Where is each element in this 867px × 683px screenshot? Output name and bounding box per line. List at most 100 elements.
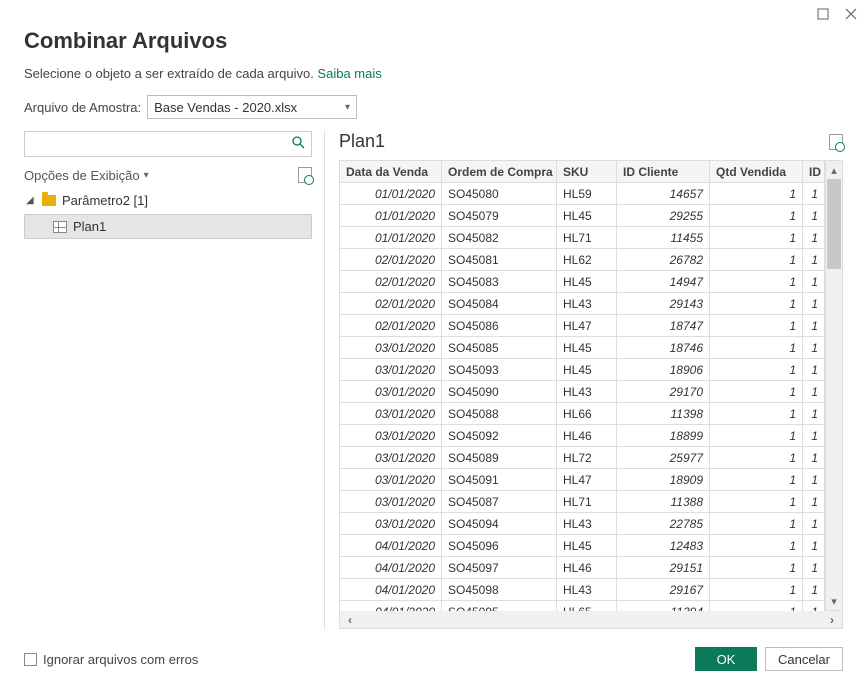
table-row[interactable]: 02/01/2020SO45083HL451494711 <box>340 271 825 293</box>
table-cell: 03/01/2020 <box>340 491 442 513</box>
table-cell: HL71 <box>557 491 617 513</box>
table-cell: 1 <box>710 579 803 601</box>
scroll-left-icon[interactable]: ‹ <box>340 613 360 627</box>
table-cell: HL59 <box>557 183 617 205</box>
table-row[interactable]: 03/01/2020SO45090HL432917011 <box>340 381 825 403</box>
table-row[interactable]: 02/01/2020SO45084HL432914311 <box>340 293 825 315</box>
table-cell: 1 <box>803 579 825 601</box>
table-cell: 26782 <box>617 249 710 271</box>
preview-title: Plan1 <box>339 131 385 152</box>
table-cell: 01/01/2020 <box>340 205 442 227</box>
table-cell: SO45079 <box>442 205 557 227</box>
display-options-button[interactable]: Opções de Exibição ▾ <box>24 168 149 183</box>
table-row[interactable]: 04/01/2020SO45097HL462915111 <box>340 557 825 579</box>
column-header[interactable]: ID Cliente <box>617 161 710 183</box>
table-cell: SO45087 <box>442 491 557 513</box>
table-cell: HL72 <box>557 447 617 469</box>
column-header[interactable]: SKU <box>557 161 617 183</box>
dialog-title: Combinar Arquivos <box>24 28 843 54</box>
tree-sheet-label: Plan1 <box>73 219 106 234</box>
column-header[interactable]: Data da Venda <box>340 161 442 183</box>
table-cell: 1 <box>710 381 803 403</box>
column-header[interactable]: ID L <box>803 161 825 183</box>
ignore-errors-checkbox[interactable]: Ignorar arquivos com erros <box>24 652 198 667</box>
table-cell: SO45090 <box>442 381 557 403</box>
horizontal-scrollbar[interactable]: ‹ › <box>339 611 843 629</box>
table-cell: HL45 <box>557 535 617 557</box>
table-row[interactable]: 03/01/2020SO45092HL461889911 <box>340 425 825 447</box>
table-row[interactable]: 02/01/2020SO45086HL471874711 <box>340 315 825 337</box>
table-row[interactable]: 04/01/2020SO45098HL432916711 <box>340 579 825 601</box>
table-cell: HL43 <box>557 381 617 403</box>
table-cell: SO45096 <box>442 535 557 557</box>
table-row[interactable]: 03/01/2020SO45094HL432278511 <box>340 513 825 535</box>
table-row[interactable]: 04/01/2020SO45096HL451248311 <box>340 535 825 557</box>
refresh-preview-icon[interactable] <box>829 134 843 150</box>
table-row[interactable]: 01/01/2020SO45079HL452925511 <box>340 205 825 227</box>
scroll-up-icon[interactable]: ▴ <box>826 161 842 179</box>
table-cell: 1 <box>803 293 825 315</box>
tree-folder-node[interactable]: ◢ Parâmetro2 [1] <box>24 189 312 212</box>
search-input[interactable] <box>31 137 292 152</box>
table-row[interactable]: 02/01/2020SO45081HL622678211 <box>340 249 825 271</box>
table-cell: HL45 <box>557 205 617 227</box>
column-header[interactable]: Qtd Vendida <box>710 161 803 183</box>
table-cell: 1 <box>803 381 825 403</box>
checkbox-icon[interactable] <box>24 653 37 666</box>
table-cell: 1 <box>710 535 803 557</box>
close-icon[interactable] <box>843 6 859 22</box>
table-cell: 04/01/2020 <box>340 579 442 601</box>
table-cell: HL43 <box>557 513 617 535</box>
table-row[interactable]: 03/01/2020SO45085HL451874611 <box>340 337 825 359</box>
scroll-down-icon[interactable]: ▾ <box>826 592 842 610</box>
collapse-icon[interactable]: ◢ <box>26 195 36 206</box>
table-cell: 02/01/2020 <box>340 293 442 315</box>
table-cell: 01/01/2020 <box>340 183 442 205</box>
search-input-wrapper[interactable] <box>24 131 312 157</box>
table-cell: 1 <box>710 491 803 513</box>
maximize-icon[interactable] <box>815 6 831 22</box>
table-cell: 03/01/2020 <box>340 381 442 403</box>
table-row[interactable]: 03/01/2020SO45087HL711138811 <box>340 491 825 513</box>
table-row[interactable]: 01/01/2020SO45080HL591465711 <box>340 183 825 205</box>
table-cell: 1 <box>803 403 825 425</box>
table-cell: 02/01/2020 <box>340 271 442 293</box>
table-row[interactable]: 03/01/2020SO45093HL451890611 <box>340 359 825 381</box>
table-row[interactable]: 03/01/2020SO45088HL661139811 <box>340 403 825 425</box>
dialog-subtitle: Selecione o objeto a ser extraído de cad… <box>24 66 843 81</box>
table-cell: 1 <box>710 271 803 293</box>
table-cell: HL46 <box>557 425 617 447</box>
table-row[interactable]: 03/01/2020SO45089HL722597711 <box>340 447 825 469</box>
learn-more-link[interactable]: Saiba mais <box>317 66 381 81</box>
table-cell: HL43 <box>557 293 617 315</box>
scroll-thumb[interactable] <box>827 179 841 269</box>
vertical-scrollbar[interactable]: ▴ ▾ <box>825 160 843 611</box>
table-cell: SO45085 <box>442 337 557 359</box>
table-cell: SO45091 <box>442 469 557 491</box>
tree-sheet-node[interactable]: Plan1 <box>24 214 312 239</box>
table-cell: 14657 <box>617 183 710 205</box>
column-header[interactable]: Ordem de Compra <box>442 161 557 183</box>
table-cell: HL45 <box>557 337 617 359</box>
table-cell: 18899 <box>617 425 710 447</box>
table-cell: 1 <box>710 183 803 205</box>
table-cell: 29151 <box>617 557 710 579</box>
table-cell: 1 <box>710 293 803 315</box>
table-row[interactable]: 01/01/2020SO45082HL711145511 <box>340 227 825 249</box>
table-cell: 04/01/2020 <box>340 601 442 612</box>
table-cell: 03/01/2020 <box>340 469 442 491</box>
table-cell: SO45088 <box>442 403 557 425</box>
table-row[interactable]: 03/01/2020SO45091HL471890911 <box>340 469 825 491</box>
table-cell: 1 <box>710 425 803 447</box>
scroll-right-icon[interactable]: › <box>822 613 842 627</box>
table-cell: 1 <box>803 359 825 381</box>
cancel-button[interactable]: Cancelar <box>765 647 843 671</box>
table-row[interactable]: 04/01/2020SO45095HL651139411 <box>340 601 825 612</box>
refresh-preview-icon[interactable] <box>298 167 312 183</box>
sample-file-select[interactable]: Base Vendas - 2020.xlsx ▾ <box>147 95 357 119</box>
table-cell: 18909 <box>617 469 710 491</box>
table-cell: 03/01/2020 <box>340 425 442 447</box>
ok-button[interactable]: OK <box>695 647 757 671</box>
table-cell: 03/01/2020 <box>340 403 442 425</box>
table-cell: 04/01/2020 <box>340 535 442 557</box>
